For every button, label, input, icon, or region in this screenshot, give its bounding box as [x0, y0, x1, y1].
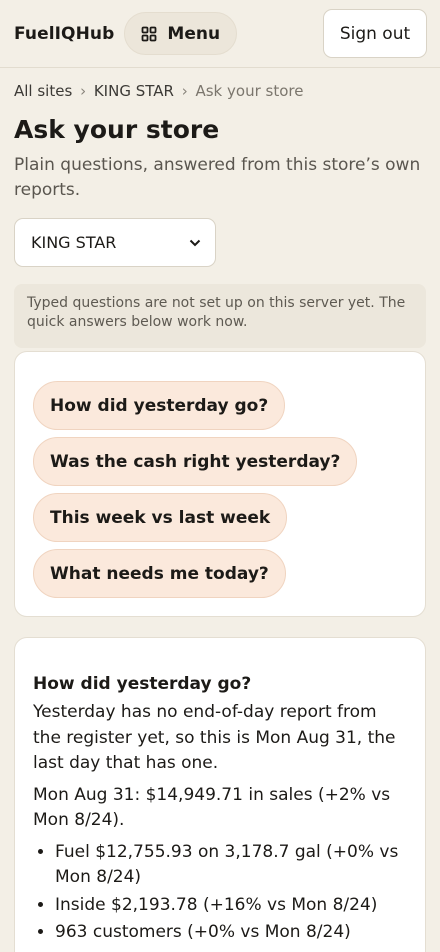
- menu-button[interactable]: Menu: [124, 12, 238, 55]
- quick-question-week[interactable]: This week vs last week: [33, 493, 288, 542]
- top-bar: FuelIQHub Menu Sign out: [0, 0, 440, 68]
- answer-card: How did yesterday go? Yesterday has no e…: [14, 637, 426, 952]
- answer-bullet-inside: Inside $2,193.78 (+16% vs Mon 8/24): [55, 893, 407, 919]
- grid-icon: [142, 26, 157, 41]
- store-select[interactable]: KING STAR: [14, 218, 216, 267]
- answer-intro: Yesterday has no end-of-day report from …: [33, 702, 396, 773]
- answer-bullet-fuel: Fuel $12,755.93 on 3,178.7 gal (+0% vs M…: [55, 840, 407, 891]
- setup-notice: Typed questions are not set up on this s…: [14, 284, 426, 348]
- breadcrumb-all-sites[interactable]: All sites: [14, 82, 72, 100]
- quick-question-today[interactable]: What needs me today?: [33, 549, 286, 598]
- quick-question-cash[interactable]: Was the cash right yesterday?: [33, 437, 358, 486]
- chevron-down-icon: [189, 239, 201, 246]
- answer-title: How did yesterday go?: [33, 674, 252, 694]
- breadcrumb: All sites › KING STAR › Ask your store: [14, 82, 303, 100]
- sign-out-button[interactable]: Sign out: [323, 9, 427, 58]
- quick-questions-card: How did yesterday go? Was the cash right…: [14, 351, 426, 617]
- breadcrumb-separator: ›: [80, 82, 87, 100]
- breadcrumb-separator: ›: [181, 82, 188, 100]
- answer-bullets: Fuel $12,755.93 on 3,178.7 gal (+0% vs M…: [33, 840, 407, 946]
- page-subtitle: Plain questions, answered from this stor…: [14, 155, 421, 200]
- store-select-value: KING STAR: [31, 233, 117, 252]
- answer-summary: Mon Aug 31: $14,949.71 in sales (+2% vs …: [33, 784, 391, 831]
- answer-bullet-customers: 963 customers (+0% vs Mon 8/24): [55, 920, 407, 946]
- breadcrumb-store[interactable]: KING STAR: [94, 82, 174, 100]
- page-title: Ask your store: [14, 115, 220, 144]
- breadcrumb-current: Ask your store: [195, 82, 304, 100]
- quick-question-yesterday[interactable]: How did yesterday go?: [33, 381, 286, 430]
- menu-label: Menu: [167, 23, 221, 44]
- brand-logo-text[interactable]: FuelIQHub: [14, 24, 114, 44]
